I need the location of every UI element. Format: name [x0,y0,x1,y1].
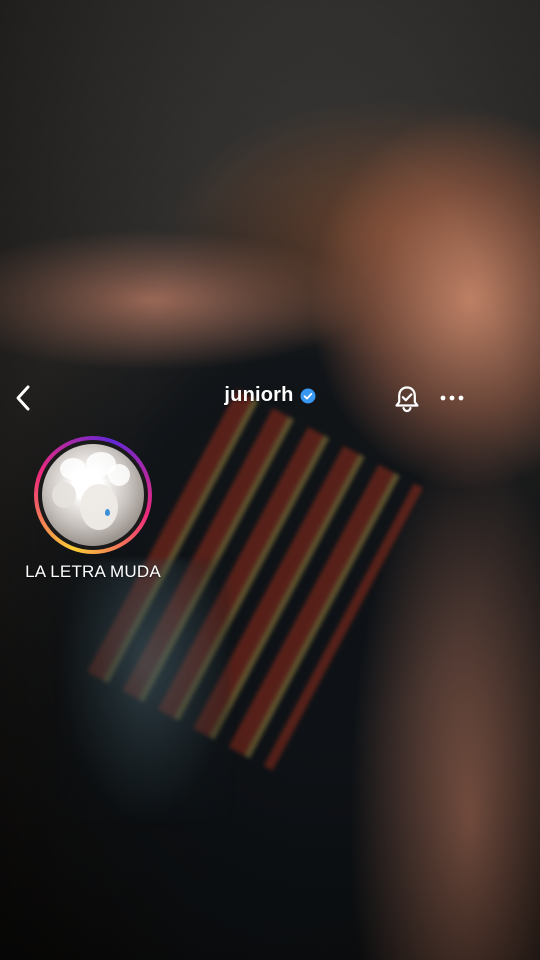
statue-curl [108,464,130,486]
highlight-label: LA LETRA MUDA [25,562,161,581]
username[interactable]: juniorh [224,384,293,407]
statue-face [80,484,118,530]
more-horizontal-icon [440,395,464,401]
highlight-ring-gap [38,440,148,550]
statue-curl [52,482,76,508]
blue-tear [105,509,110,516]
profile-header: juniorh [0,372,540,424]
story-viewer: juniorh LA LETRA MUDA [0,0,540,960]
bell-icon [395,386,419,413]
verified-badge-icon [300,388,316,403]
notifications-button[interactable] [392,384,422,414]
statue-curl [60,458,86,480]
highlight-ring [34,436,152,554]
more-options-button[interactable] [436,384,468,412]
statue-photo-icon [42,444,144,546]
story-highlight[interactable]: LA LETRA MUDA [8,436,178,582]
